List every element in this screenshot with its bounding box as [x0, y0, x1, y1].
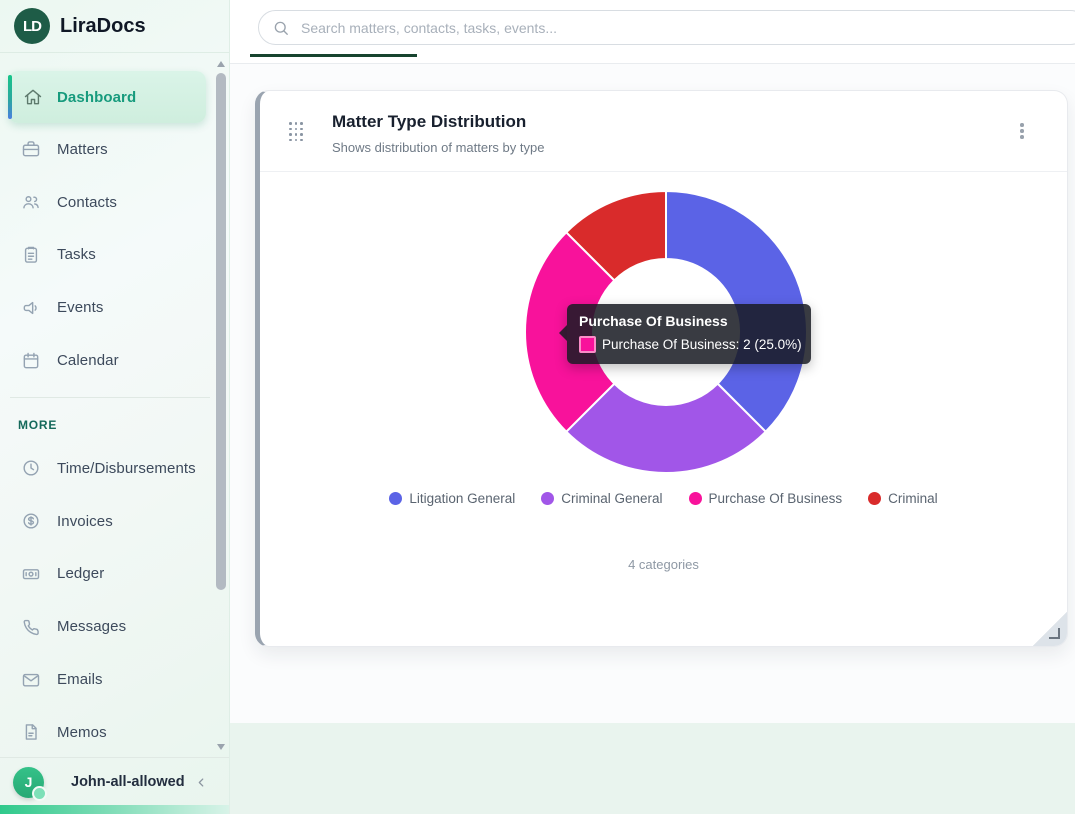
legend-item-criminal[interactable]: Criminal: [868, 491, 938, 506]
chart-legend: Litigation General Criminal General Purcha…: [260, 491, 1067, 506]
tooltip-title: Purchase Of Business: [579, 313, 799, 329]
legend-item-criminal-general[interactable]: Criminal General: [541, 491, 662, 506]
sidebar-item-label: Time/Disbursements: [57, 460, 196, 477]
sidebar-item-label: Tasks: [57, 246, 96, 263]
sidebar-item-label: Invoices: [57, 513, 113, 530]
briefcase-icon: [20, 138, 42, 160]
sidebar-item-matters[interactable]: Matters: [0, 123, 214, 176]
avatar-initial: J: [25, 774, 33, 790]
megaphone-icon: [20, 297, 42, 319]
users-icon: [20, 191, 42, 213]
active-tab-underline: [250, 54, 417, 57]
sidebar-item-label: Contacts: [57, 194, 117, 211]
sidebar-item-messages[interactable]: Messages: [0, 600, 214, 653]
legend-label: Criminal General: [561, 491, 662, 506]
file-icon: [20, 721, 42, 743]
scrollbar-thumb[interactable]: [216, 73, 226, 590]
scrollbar-up-arrow[interactable]: [215, 58, 227, 70]
legend-item-purchase-of-business[interactable]: Purchase Of Business: [689, 491, 843, 506]
legend-swatch-icon: [541, 492, 554, 505]
topbar: [230, 0, 1075, 64]
online-status-dot: [32, 786, 47, 801]
sidebar-item-ledger[interactable]: Ledger: [0, 548, 214, 601]
chevron-left-icon[interactable]: [194, 775, 209, 790]
sidebar: LD LiraDocs Dashboard Matters Contacts Task…: [0, 0, 230, 814]
clipboard-icon: [20, 244, 42, 266]
tooltip-series-swatch: [579, 336, 596, 353]
scrollbar-down-arrow[interactable]: [215, 741, 227, 753]
sidebar-header: LD LiraDocs: [0, 0, 229, 53]
sidebar-item-time-disbursements[interactable]: Time/Disbursements: [0, 442, 214, 495]
legend-item-litigation-general[interactable]: Litigation General: [389, 491, 515, 506]
chart-tooltip: Purchase Of Business Purchase Of Busines…: [567, 304, 811, 364]
legend-label: Litigation General: [409, 491, 515, 506]
sidebar-item-label: Ledger: [57, 565, 104, 582]
sidebar-item-label: Messages: [57, 618, 126, 635]
page-background-band: [230, 723, 1075, 814]
sidebar-item-events[interactable]: Events: [0, 281, 214, 334]
app-title: LiraDocs: [60, 15, 146, 38]
dollar-icon: [20, 510, 42, 532]
mail-icon: [20, 669, 42, 691]
sidebar-item-invoices[interactable]: Invoices: [0, 495, 214, 548]
sidebar-item-calendar[interactable]: Calendar: [0, 334, 214, 387]
sidebar-item-dashboard[interactable]: Dashboard: [8, 71, 206, 123]
sidebar-item-contacts[interactable]: Contacts: [0, 176, 214, 229]
user-name: John-all-allowed: [71, 774, 185, 790]
app-logo-icon[interactable]: LD: [14, 8, 50, 44]
search-input[interactable]: [299, 19, 1003, 37]
legend-label: Criminal: [888, 491, 938, 506]
sidebar-nav: Dashboard Matters Contacts Tasks Events Calen…: [0, 71, 214, 387]
calendar-icon: [20, 350, 42, 372]
sidebar-item-memos[interactable]: Memos: [0, 706, 214, 759]
sidebar-item-label: Events: [57, 299, 103, 316]
card-header: Matter Type Distribution Shows distribut…: [260, 91, 1067, 171]
sidebar-item-emails[interactable]: Emails: [0, 653, 214, 706]
card-title: Matter Type Distribution: [332, 112, 526, 132]
home-icon: [22, 86, 44, 108]
card-header-divider: [260, 171, 1067, 172]
categories-count: 4 categories: [260, 557, 1067, 572]
phone-icon: [20, 616, 42, 638]
sidebar-section-more-label: MORE: [18, 418, 57, 432]
sidebar-item-label: Dashboard: [57, 89, 136, 106]
banknote-icon: [20, 563, 42, 585]
sidebar-bottom-accent: [0, 805, 229, 814]
search-bar[interactable]: [258, 10, 1075, 45]
card-resize-handle[interactable]: [1033, 612, 1067, 646]
search-icon: [272, 19, 290, 37]
sidebar-item-label: Emails: [57, 671, 103, 688]
sidebar-item-label: Calendar: [57, 352, 119, 369]
legend-swatch-icon: [389, 492, 402, 505]
sidebar-item-label: Matters: [57, 141, 108, 158]
sidebar-divider: [10, 397, 210, 398]
avatar: J: [13, 767, 44, 798]
sidebar-item-label: Memos: [57, 724, 107, 741]
legend-label: Purchase Of Business: [709, 491, 843, 506]
sidebar-item-tasks[interactable]: Tasks: [0, 229, 214, 282]
drag-handle-icon[interactable]: [289, 122, 304, 143]
card-subtitle: Shows distribution of matters by type: [332, 140, 544, 155]
app-root: LD LiraDocs Dashboard Matters Contacts Task…: [0, 0, 1075, 814]
user-menu[interactable]: J John-all-allowed: [0, 758, 229, 806]
legend-swatch-icon: [868, 492, 881, 505]
clock-icon: [20, 457, 42, 479]
card-menu-kebab-icon[interactable]: [1013, 120, 1031, 142]
legend-swatch-icon: [689, 492, 702, 505]
main-content: Matter Type Distribution Shows distribut…: [230, 64, 1075, 814]
widget-card-matter-type-distribution: Matter Type Distribution Shows distribut…: [255, 90, 1068, 647]
sidebar-nav-more: Time/Disbursements Invoices Ledger Messages…: [0, 442, 214, 759]
tooltip-value-text: Purchase Of Business: 2 (25.0%): [602, 337, 802, 352]
